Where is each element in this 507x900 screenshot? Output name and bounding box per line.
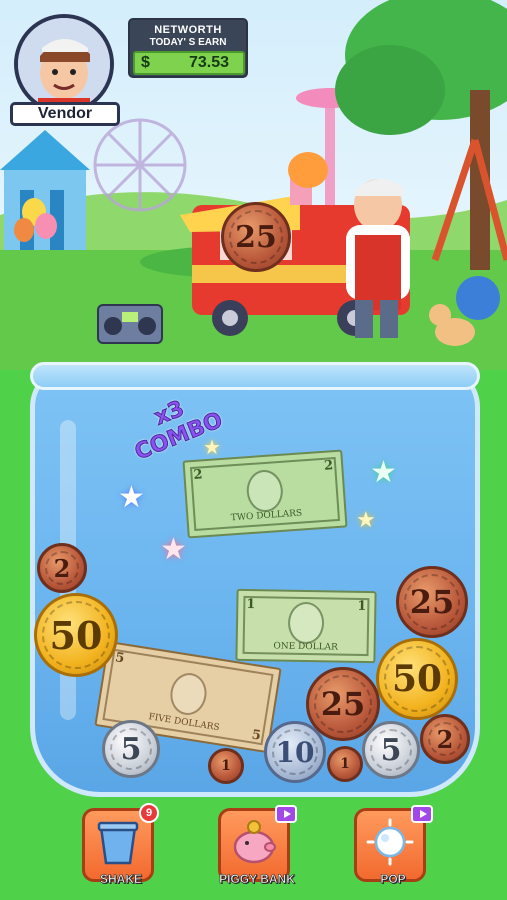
dollar-icon: $ [141, 54, 150, 71]
jar-rim [30, 362, 480, 390]
shake-label: SHAKE [99, 872, 143, 887]
piggy-bank-button[interactable]: PIGGY BANK [218, 805, 297, 886]
game-stage: 25 Vendor NETWORTH TODAY' S EARN $ 73.53… [0, 0, 507, 900]
piggy-bank-label: PIGGY BANK [219, 872, 295, 887]
coin[interactable]: 1 [327, 746, 363, 782]
coin-value: 50 [391, 658, 443, 700]
bill-corner-value: 2 [323, 458, 334, 474]
coin-value: 1 [221, 758, 231, 774]
coin-value: 1 [340, 756, 350, 772]
bill-two-dollars[interactable]: 2 2 TWO DOLLARS [182, 449, 348, 539]
coin[interactable]: 1 [208, 748, 244, 784]
star-icon: ★ [370, 456, 397, 489]
coin-value: 5 [120, 731, 142, 767]
coin-popup-value: 25 [235, 219, 277, 255]
coin-value: 25 [320, 685, 366, 723]
coin[interactable]: 10 [264, 721, 326, 783]
pop-button[interactable]: POP [354, 805, 433, 886]
bill-corner-value: 1 [357, 598, 367, 615]
cup-icon [97, 821, 139, 865]
star-icon: ★ [356, 507, 376, 532]
coin-value: 2 [436, 724, 454, 754]
networth-panel: NETWORTH TODAY' S EARN $ 73.53 [128, 18, 248, 78]
boombox-icon [97, 304, 163, 344]
vendor-avatar[interactable] [14, 14, 114, 114]
star-icon: ★ [118, 481, 145, 514]
coin-value: 2 [53, 553, 71, 583]
today-earn-value: 73.53 [188, 54, 229, 71]
coin-value: 10 [275, 735, 315, 769]
video-ad-icon [275, 805, 297, 823]
coin[interactable]: 50 [34, 593, 118, 677]
networth-title: NETWORTH [154, 24, 222, 36]
shake-button[interactable]: 9 SHAKE [82, 803, 159, 886]
coin-value: 50 [49, 612, 103, 658]
coin[interactable]: 2 [37, 543, 87, 593]
star-icon: ★ [160, 533, 187, 566]
bill-corner-value: 1 [246, 596, 256, 613]
pop-label: POP [380, 872, 406, 887]
coin-value: 25 [409, 583, 455, 621]
vendor-face-icon [18, 18, 110, 110]
coin-value: 5 [380, 732, 402, 768]
coin-popup: 25 [221, 202, 291, 272]
bill-one-dollar[interactable]: 1 1 ONE DOLLAR [235, 588, 377, 664]
pop-burst-icon [366, 818, 414, 866]
shake-count-badge: 9 [139, 803, 159, 823]
coin[interactable]: 5 [362, 721, 420, 779]
vendor-label: Vendor [10, 102, 120, 126]
ball-icon [456, 276, 500, 320]
coin[interactable]: 25 [396, 566, 468, 638]
piggy-bank-icon [233, 820, 276, 864]
coin[interactable]: 50 [376, 638, 458, 720]
bill-corner-value: 2 [193, 467, 204, 483]
today-earn-label: TODAY' S EARN [149, 37, 227, 48]
coin[interactable]: 2 [420, 714, 470, 764]
earnings-box: $ 73.53 [133, 51, 245, 75]
coin[interactable]: 5 [102, 720, 160, 778]
video-ad-icon [411, 805, 433, 823]
ferris-wheel-icon [93, 118, 187, 212]
